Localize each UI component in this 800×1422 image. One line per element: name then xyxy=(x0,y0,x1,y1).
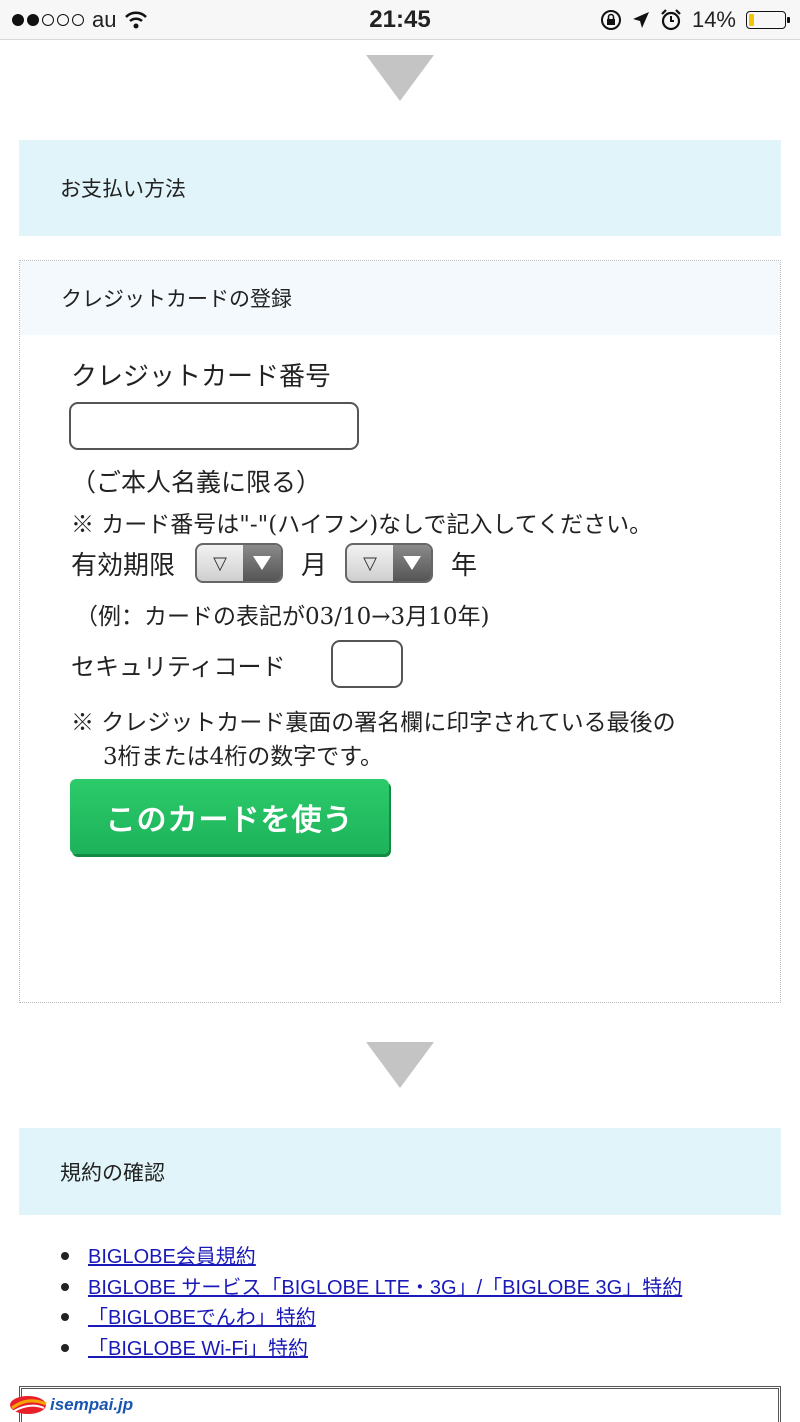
battery-percent: 14% xyxy=(691,7,736,32)
terms-link-denwa[interactable]: 「BIGLOBEでんわ」特約 xyxy=(88,1307,316,1329)
location-arrow-icon xyxy=(632,12,649,28)
status-right: 14% xyxy=(600,7,790,33)
terms-link-member[interactable]: BIGLOBE会員規約 xyxy=(88,1246,256,1268)
terms-link-list: BIGLOBE会員規約 BIGLOBE サービス「BIGLOBE LTE・3G」… xyxy=(60,1240,682,1362)
watermark-text: isempai.jp xyxy=(50,1395,134,1414)
card-holder-note: （ご本人名義に限る） xyxy=(71,468,322,497)
bottom-frame xyxy=(19,1386,781,1422)
terms-link-wifi[interactable]: 「BIGLOBE Wi-Fi」特約 xyxy=(88,1338,308,1360)
security-code-label: セキュリティコード xyxy=(71,653,286,681)
chevron-down-icon xyxy=(393,545,431,581)
watermark-logo: isempai.jp xyxy=(8,1392,133,1418)
status-bar: au 21:45 14% xyxy=(0,0,800,40)
expiry-label: 有効期限 xyxy=(71,551,176,581)
expiry-month-select[interactable]: ▽ xyxy=(195,543,283,583)
watermark-mark-icon xyxy=(10,1396,47,1414)
expiry-year-value: ▽ xyxy=(363,552,377,573)
list-item: BIGLOBE サービス「BIGLOBE LTE・3G」/「BIGLOBE 3G… xyxy=(60,1271,682,1302)
battery-level-fill xyxy=(749,14,754,26)
card-number-input[interactable] xyxy=(69,402,359,450)
terms-heading: 規約の確認 xyxy=(19,1128,781,1215)
list-item: 「BIGLOBE Wi-Fi」特約 xyxy=(60,1332,682,1363)
credit-card-box-title: クレジットカードの登録 xyxy=(20,261,780,335)
list-item: BIGLOBE会員規約 xyxy=(60,1240,682,1271)
month-unit-label: 月 xyxy=(301,551,328,581)
step-arrow-down-icon xyxy=(366,55,434,101)
expiry-year-select[interactable]: ▽ xyxy=(345,543,433,583)
lock-rotation-icon xyxy=(600,10,621,30)
use-this-card-button[interactable]: このカードを使う xyxy=(70,779,389,854)
list-item: 「BIGLOBEでんわ」特約 xyxy=(60,1301,682,1332)
expiry-example: （例：カードの表記が03/10→3月10年) xyxy=(75,604,490,630)
hyphen-note: ※ カード番号は"-"(ハイフン)なしで記入してください。 xyxy=(71,512,653,538)
year-unit-label: 年 xyxy=(451,551,478,581)
security-code-input[interactable] xyxy=(331,640,403,688)
step-arrow-down-icon xyxy=(366,1042,434,1088)
chevron-down-icon xyxy=(243,545,281,581)
payment-method-heading: お支払い方法 xyxy=(19,140,781,236)
terms-link-lte-3g[interactable]: BIGLOBE サービス「BIGLOBE LTE・3G」/「BIGLOBE 3G… xyxy=(88,1277,682,1299)
expiry-month-value: ▽ xyxy=(213,552,227,573)
alarm-icon xyxy=(661,9,681,31)
card-number-label: クレジットカード番号 xyxy=(71,362,332,392)
security-note-line1: ※ クレジットカード裏面の署名欄に印字されている最後の xyxy=(71,710,676,736)
security-note-line2: 3桁または4桁の数字です。 xyxy=(103,744,383,770)
battery-icon xyxy=(746,11,790,29)
